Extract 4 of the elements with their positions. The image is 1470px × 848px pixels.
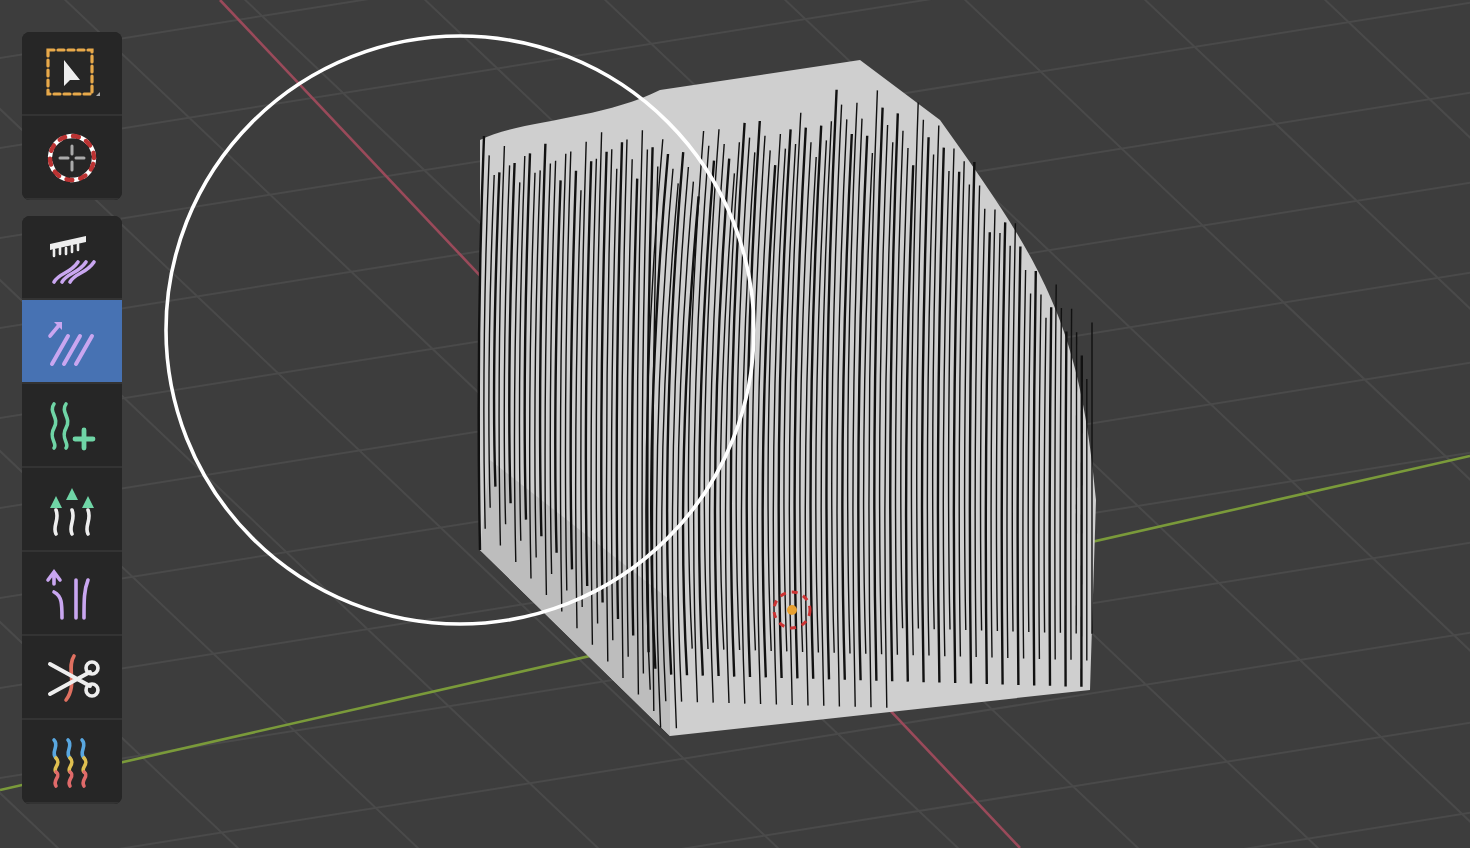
tool-button[interactable] xyxy=(22,32,122,116)
tool-button[interactable] xyxy=(22,216,122,300)
3d-cursor-icon xyxy=(772,590,812,630)
tool-button[interactable] xyxy=(22,300,122,384)
